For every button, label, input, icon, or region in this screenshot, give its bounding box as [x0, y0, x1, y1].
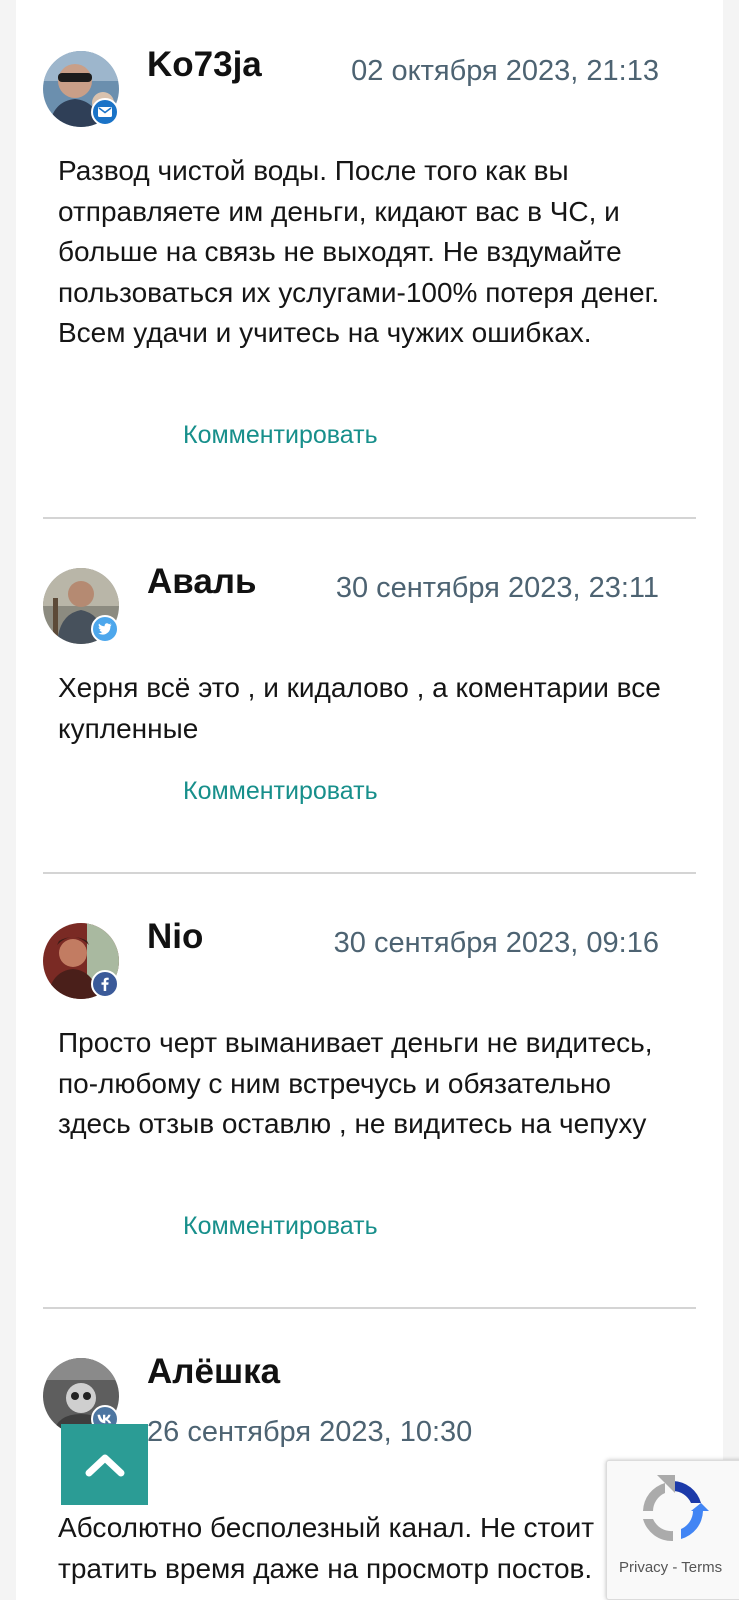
comment-date: 26 сентября 2023, 10:30 — [147, 1416, 473, 1448]
divider — [43, 1307, 696, 1309]
comment-text: Херня всё это , и кидалово , а коментари… — [58, 672, 661, 744]
scroll-to-top-button[interactable] — [61, 1424, 148, 1505]
mail-icon — [91, 98, 119, 126]
link-separator: - — [668, 1559, 682, 1576]
divider — [43, 872, 696, 874]
recaptcha-links: Privacy - Terms — [619, 1559, 722, 1576]
reply-link[interactable]: Комментировать — [183, 421, 378, 450]
privacy-link[interactable]: Privacy — [619, 1559, 668, 1576]
divider — [43, 517, 696, 519]
recaptcha-logo-icon — [643, 1475, 709, 1542]
avatar[interactable] — [43, 923, 119, 999]
twitter-icon — [91, 615, 119, 643]
recaptcha-badge[interactable]: Privacy - Terms — [606, 1460, 739, 1600]
avatar[interactable] — [43, 568, 119, 644]
comment-author[interactable]: Аваль — [147, 562, 257, 602]
reply-link[interactable]: Комментировать — [183, 777, 378, 806]
comment-author[interactable]: Ko73ja — [147, 45, 262, 85]
comments-page: Ko73ja 02 октября 2023, 21:13 Развод чис… — [16, 0, 723, 1600]
terms-link[interactable]: Terms — [681, 1559, 722, 1576]
facebook-icon — [91, 970, 119, 998]
comment-text: Развод чистой воды. После того как вы от… — [58, 155, 660, 348]
comment-text: Просто черт выманивает деньги не видитес… — [58, 1027, 653, 1139]
avatar[interactable] — [43, 1358, 119, 1434]
comment-author[interactable]: Nio — [147, 917, 203, 957]
chevron-up-icon — [85, 1454, 124, 1476]
comment-text: Абсолютно бесполезный канал. Не стоит тр… — [58, 1512, 595, 1584]
comment-date: 02 октября 2023, 21:13 — [351, 55, 659, 87]
avatar[interactable] — [43, 51, 119, 127]
reply-link[interactable]: Комментировать — [183, 1212, 378, 1241]
comment-date: 30 сентября 2023, 23:11 — [335, 572, 659, 604]
comment-date: 30 сентября 2023, 09:16 — [333, 927, 659, 959]
comment-author[interactable]: Алёшка — [147, 1352, 280, 1392]
